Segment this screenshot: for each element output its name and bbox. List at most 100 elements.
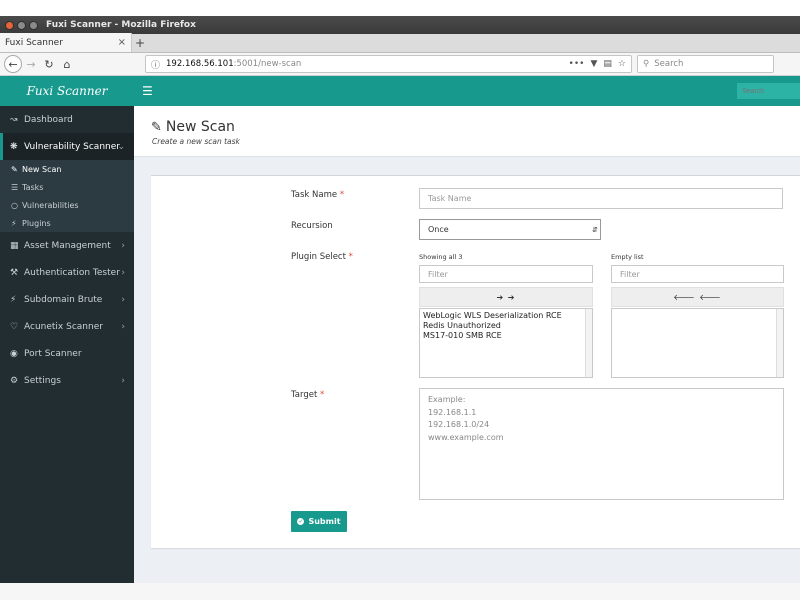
- main-content: ✎ New Scan Create a new scan task Task N…: [134, 106, 800, 583]
- plugin-select-label: Plugin Select *: [291, 252, 353, 262]
- window-title: Fuxi Scanner - Mozilla Firefox: [46, 20, 196, 30]
- window-titlebar: Fuxi Scanner - Mozilla Firefox: [0, 16, 800, 34]
- task-name-label-text: Task Name: [291, 190, 338, 200]
- move-all-right-button[interactable]: ➔ ➔: [419, 287, 593, 307]
- chevron-right-icon: ›: [121, 267, 125, 278]
- forward-icon[interactable]: →: [22, 55, 40, 73]
- sidebar-item-label: Dashboard: [24, 114, 73, 125]
- sidebar-item-label: Subdomain Brute: [24, 294, 103, 305]
- hamburger-menu-icon[interactable]: ☰: [142, 84, 153, 98]
- available-list-info: Showing all 3: [419, 253, 463, 261]
- sidebar-subitem-new-scan[interactable]: ✎ New Scan: [0, 160, 134, 178]
- bookmark-star-icon[interactable]: ☆: [618, 59, 626, 69]
- page-title: ✎ New Scan: [151, 119, 235, 135]
- sidebar-item-subdomain-brute[interactable]: ⚡ Subdomain Brute ›: [0, 286, 134, 313]
- bug-icon: ❋: [10, 141, 18, 152]
- window-minimize-button[interactable]: [17, 20, 26, 30]
- plug-icon: ⚡: [11, 218, 17, 228]
- heartbeat-icon: ♡: [10, 321, 19, 332]
- submit-label: Submit: [308, 517, 341, 526]
- task-name-input[interactable]: Task Name: [419, 188, 783, 209]
- new-tab-button[interactable]: +: [132, 33, 148, 52]
- line-chart-icon: ↝: [10, 114, 18, 125]
- sidebar: Fuxi Scanner ↝ Dashboard ❋ Vulnerability…: [0, 76, 134, 583]
- browser-navbar: ← → ↻ ⌂ ⓘ 192.168.56.101:5001/new-scan •…: [0, 53, 800, 76]
- sidebar-item-label: Authentication Tester: [24, 267, 120, 278]
- chevron-down-icon: ⌄: [117, 141, 125, 152]
- move-all-left-button[interactable]: 🡐 🡐: [611, 287, 784, 307]
- task-name-label: Task Name *: [291, 190, 344, 200]
- reload-icon[interactable]: ↻: [40, 55, 58, 73]
- browser-search-input[interactable]: ⚲ Search: [637, 55, 774, 73]
- home-icon[interactable]: ⌂: [58, 55, 76, 73]
- app-top-navbar: ☰: [134, 76, 800, 106]
- required-mark: *: [339, 190, 345, 200]
- target-placeholder-line: Example:: [428, 395, 466, 404]
- brand-logo[interactable]: Fuxi Scanner: [0, 76, 134, 106]
- sidebar-item-dashboard[interactable]: ↝ Dashboard: [0, 106, 134, 133]
- edit-icon: ✎: [11, 164, 18, 174]
- plugin-option[interactable]: Redis Unauthorized: [420, 321, 592, 331]
- list-icon: ☰: [11, 182, 19, 192]
- sidebar-item-asset-management[interactable]: ▦ Asset Management ›: [0, 232, 134, 259]
- gavel-icon: ⚒: [10, 267, 19, 278]
- target-label: Target *: [291, 390, 324, 400]
- info-icon[interactable]: ⓘ: [151, 58, 160, 71]
- sidebar-subitem-label: Vulnerabilities: [22, 200, 79, 210]
- sidebar-item-port-scanner[interactable]: ◉ Port Scanner: [0, 340, 134, 367]
- chevron-right-icon: ›: [121, 240, 125, 251]
- cogs-icon: ⚙: [10, 375, 19, 386]
- browser-tab[interactable]: Fuxi Scanner ×: [0, 33, 132, 52]
- page-subtitle: Create a new scan task: [152, 137, 240, 146]
- search-icon: ⚲: [643, 59, 650, 69]
- reader-view-icon[interactable]: ▤: [603, 59, 612, 69]
- window-close-button[interactable]: [5, 20, 14, 30]
- recursion-selected-value: Once: [428, 225, 449, 234]
- filter-placeholder: Filter: [428, 269, 448, 279]
- list-scrollbar[interactable]: [585, 309, 592, 377]
- available-filter-input[interactable]: Filter: [419, 265, 593, 283]
- available-plugins-list[interactable]: WebLogic WLS Deserialization RCE Redis U…: [419, 308, 593, 378]
- sidebar-item-authentication-tester[interactable]: ⚒ Authentication Tester ›: [0, 259, 134, 286]
- sidebar-subitem-tasks[interactable]: ☰ Tasks: [0, 178, 134, 196]
- url-bar[interactable]: ⓘ 192.168.56.101:5001/new-scan ••• ▼ ▤ ☆: [145, 55, 632, 73]
- filter-placeholder: Filter: [620, 269, 640, 279]
- check-circle-icon: ✓: [297, 518, 305, 525]
- chevron-right-icon: ›: [121, 294, 125, 305]
- target-placeholder-line: 192.168.1.1: [428, 407, 477, 417]
- app-search-input[interactable]: [737, 83, 800, 99]
- recursion-select[interactable]: Once ⇵: [419, 219, 601, 240]
- page-actions-icon[interactable]: •••: [569, 59, 585, 69]
- window-maximize-button[interactable]: [29, 20, 38, 30]
- circle-o-icon: ○: [11, 200, 18, 210]
- tab-strip: Fuxi Scanner × +: [0, 33, 800, 53]
- task-name-placeholder: Task Name: [428, 194, 472, 203]
- submit-button[interactable]: ✓ Submit: [291, 511, 347, 532]
- back-icon[interactable]: ←: [4, 55, 22, 73]
- chevron-right-icon: ›: [121, 375, 125, 386]
- sidebar-item-vulnerability-scanner[interactable]: ❋ Vulnerability Scanner ⌄: [0, 133, 134, 160]
- new-scan-form: Task Name * Task Name Recursion Once ⇵ P…: [151, 175, 800, 548]
- pocket-icon[interactable]: ▼: [590, 59, 597, 69]
- sidebar-item-label: Settings: [24, 375, 61, 386]
- bottom-strip: [0, 583, 800, 600]
- sidebar-item-acunetix-scanner[interactable]: ♡ Acunetix Scanner ›: [0, 313, 134, 340]
- vulnerability-submenu: ✎ New Scan ☰ Tasks ○ Vulnerabilities ⚡ P…: [0, 160, 134, 232]
- selected-plugins-list[interactable]: [611, 308, 784, 378]
- required-mark: *: [320, 390, 325, 400]
- selected-list-info: Empty list: [611, 253, 644, 261]
- sidebar-item-label: Port Scanner: [24, 348, 82, 359]
- sidebar-subitem-vulnerabilities[interactable]: ○ Vulnerabilities: [0, 196, 134, 214]
- browser-search-placeholder: Search: [654, 59, 684, 69]
- plugin-option[interactable]: WebLogic WLS Deserialization RCE: [420, 311, 592, 321]
- plugin-select-label-text: Plugin Select: [291, 252, 346, 262]
- sidebar-subitem-label: Tasks: [22, 182, 44, 192]
- close-tab-icon[interactable]: ×: [118, 37, 126, 48]
- list-scrollbar[interactable]: [776, 309, 783, 377]
- plugin-option[interactable]: MS17-010 SMB RCE: [420, 331, 592, 341]
- dot-circle-icon: ◉: [10, 348, 18, 359]
- sidebar-subitem-plugins[interactable]: ⚡ Plugins: [0, 214, 134, 232]
- target-textarea[interactable]: Example: 192.168.1.1 192.168.1.0/24 www.…: [419, 388, 784, 500]
- sidebar-item-settings[interactable]: ⚙ Settings ›: [0, 367, 134, 394]
- selected-filter-input[interactable]: Filter: [611, 265, 784, 283]
